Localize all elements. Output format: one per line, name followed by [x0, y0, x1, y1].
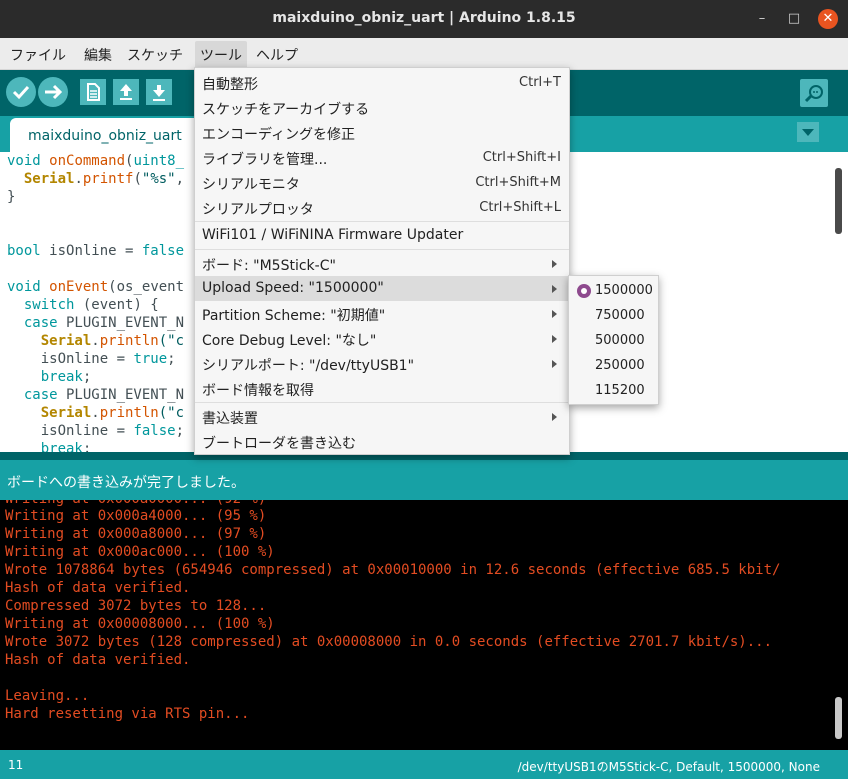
upload-speed-submenu: 1500000 750000 500000 250000 115200	[568, 275, 659, 405]
menu-item-board-info[interactable]: ボード情報を取得	[195, 376, 569, 401]
speed-option-250000[interactable]: 250000	[569, 353, 658, 378]
menu-bar: ファイル 編集 スケッチ ツール ヘルプ	[0, 38, 848, 70]
menu-item-serial-monitor[interactable]: シリアルモニタ Ctrl+Shift+M	[195, 170, 569, 195]
tab-sketch[interactable]: maixduino_obniz_uart	[10, 118, 200, 152]
console-line: Wrote 3072 bytes (128 compressed) at 0x0…	[5, 634, 773, 650]
upload-button[interactable]	[38, 77, 68, 107]
tools-menu: 自動整形 Ctrl+T スケッチをアーカイブする エンコーディングを修正 ライブラ…	[194, 67, 570, 455]
board-info: /dev/ttyUSB1のM5Stick-C, Default, 1500000…	[517, 760, 820, 774]
speed-option-750000[interactable]: 750000	[569, 303, 658, 328]
code-line: void onEvent(os_event	[7, 279, 185, 295]
maximize-icon[interactable]: □	[784, 9, 804, 29]
verify-button[interactable]	[6, 77, 36, 107]
window-title: maixduino_obniz_uart | Arduino 1.8.15	[272, 10, 576, 26]
arrow-right-icon	[45, 84, 63, 100]
code-line: isOnline = false;	[7, 423, 185, 439]
speed-option-115200[interactable]: 115200	[569, 378, 658, 403]
submenu-arrow-icon	[552, 335, 557, 343]
menu-item-upload-speed[interactable]: Upload Speed: "1500000"	[195, 276, 569, 301]
magnifier-icon	[804, 85, 823, 103]
submenu-arrow-icon	[552, 360, 557, 368]
menu-separator	[195, 402, 569, 403]
minimize-icon[interactable]: –	[752, 9, 772, 29]
menu-item-auto-format[interactable]: 自動整形 Ctrl+T	[195, 70, 569, 95]
code-line: Serial.println("c	[40, 333, 185, 349]
code-line: switch (event) {	[23, 297, 159, 313]
menu-item-core-debug-level[interactable]: Core Debug Level: "なし"	[195, 326, 569, 351]
menu-item-manage-libraries[interactable]: ライブラリを管理... Ctrl+Shift+I	[195, 145, 569, 170]
menu-item-programmer[interactable]: 書込装置	[195, 404, 569, 429]
arrow-up-icon	[120, 84, 132, 100]
menu-item-serial-port[interactable]: シリアルポート: "/dev/ttyUSB1"	[195, 351, 569, 376]
menu-item-fix-encoding[interactable]: エンコーディングを修正	[195, 120, 569, 145]
code-line: case PLUGIN_EVENT_N	[23, 387, 185, 403]
serial-monitor-button[interactable]	[800, 79, 828, 107]
menu-item-firmware-updater[interactable]: WiFi101 / WiFiNINA Firmware Updater	[195, 223, 569, 248]
console-line: Writing at 0x000ac000... (100 %)	[5, 544, 275, 560]
console-line: Writing at 0x000a8000... (97 %)	[5, 526, 267, 542]
console-line: Writing at 0x000a4000... (95 %)	[5, 508, 267, 524]
tab-label: maixduino_obniz_uart	[28, 128, 182, 144]
title-bar: maixduino_obniz_uart | Arduino 1.8.15 – …	[0, 0, 848, 38]
console-line: Hash of data verified.	[5, 580, 191, 596]
footer-bar: 11 /dev/ttyUSB1のM5Stick-C, Default, 1500…	[0, 750, 848, 779]
open-button[interactable]	[113, 79, 139, 105]
submenu-arrow-icon	[552, 260, 557, 268]
save-button[interactable]	[146, 79, 172, 105]
shortcut-label: Ctrl+Shift+I	[482, 150, 561, 165]
submenu-arrow-icon	[552, 310, 557, 318]
menu-item-board[interactable]: ボード: "M5Stick-C"	[195, 251, 569, 276]
menu-separator	[195, 221, 569, 222]
console-line: Wrote 1078864 bytes (654946 compressed) …	[5, 562, 781, 578]
menu-item-burn-bootloader[interactable]: ブートローダを書き込む	[195, 429, 569, 454]
speed-option-500000[interactable]: 500000	[569, 328, 658, 353]
console-line: Compressed 3072 bytes to 128...	[5, 598, 267, 614]
line-number: 11	[8, 758, 24, 772]
menu-edit[interactable]: 編集	[84, 45, 112, 65]
submenu-arrow-icon	[552, 285, 557, 293]
code-line: isOnline = true;	[7, 351, 176, 367]
menu-item-archive-sketch[interactable]: スケッチをアーカイブする	[195, 95, 569, 120]
code-line: void onCommand(uint8_	[7, 153, 185, 169]
menu-separator	[195, 249, 569, 250]
new-file-icon	[87, 83, 100, 101]
menu-item-partition-scheme[interactable]: Partition Scheme: "初期値"	[195, 301, 569, 326]
close-icon[interactable]: ✕	[818, 9, 838, 29]
shortcut-label: Ctrl+Shift+M	[475, 175, 561, 190]
status-message: ボードへの書き込みが完了しました。	[7, 475, 245, 491]
tab-menu-button[interactable]	[797, 122, 819, 142]
code-line: break;	[40, 369, 92, 385]
submenu-arrow-icon	[552, 413, 557, 421]
radio-selected-icon	[577, 284, 591, 298]
console-line: Writing at 0x00008000... (100 %)	[5, 616, 275, 632]
code-line: Serial.println("c	[40, 405, 185, 421]
status-bar: ボードへの書き込みが完了しました。	[0, 460, 848, 500]
editor-scrollbar[interactable]	[835, 168, 842, 234]
menu-file[interactable]: ファイル	[10, 45, 66, 65]
menu-sketch[interactable]: スケッチ	[127, 45, 183, 65]
console-line: Hard resetting via RTS pin...	[5, 706, 250, 722]
triangle-down-icon	[802, 129, 814, 136]
checkmark-icon	[12, 85, 30, 100]
shortcut-label: Ctrl+Shift+L	[479, 200, 561, 215]
code-line: }	[7, 189, 16, 205]
console-output[interactable]: Writing at 0x000a0000... (92 %) Writing …	[0, 500, 848, 750]
speed-option-1500000[interactable]: 1500000	[569, 278, 658, 303]
console-scrollbar[interactable]	[835, 697, 842, 739]
menu-help[interactable]: ヘルプ	[256, 45, 298, 65]
code-line: bool isOnline = false	[7, 243, 185, 259]
menu-tools[interactable]: ツール	[195, 41, 247, 69]
new-button[interactable]	[80, 79, 106, 105]
arrow-down-icon	[153, 85, 165, 101]
menu-item-serial-plotter[interactable]: シリアルプロッタ Ctrl+Shift+L	[195, 195, 569, 220]
shortcut-label: Ctrl+T	[519, 75, 561, 90]
console-line: Leaving...	[5, 688, 90, 704]
code-line: case PLUGIN_EVENT_N	[23, 315, 185, 331]
console-line: Hash of data verified.	[5, 652, 191, 668]
code-line: Serial.printf("%s",	[23, 171, 185, 187]
